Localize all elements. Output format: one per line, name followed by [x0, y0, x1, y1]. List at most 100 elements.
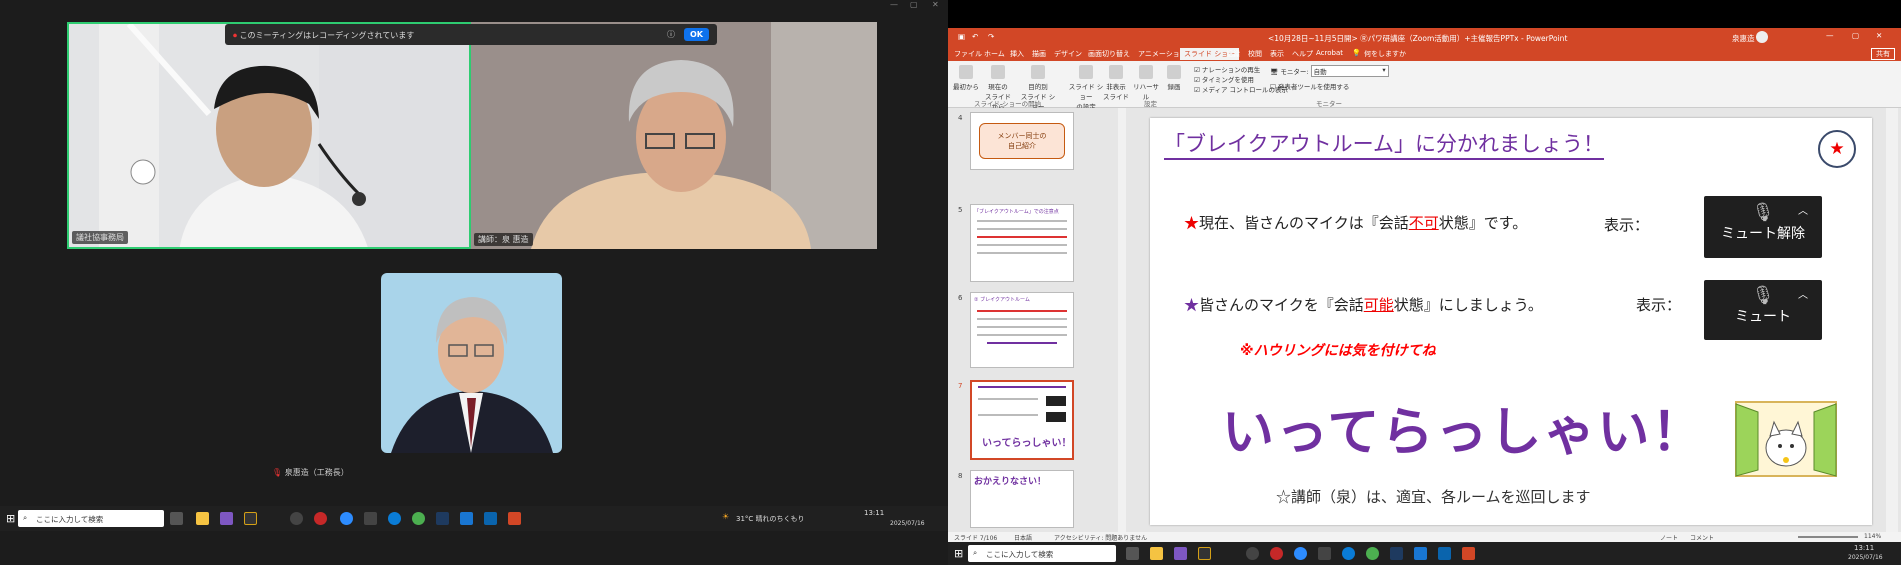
chrome-icon[interactable]: [412, 512, 425, 525]
slide-thumbnail-8[interactable]: おかえりなさい！: [970, 470, 1074, 528]
app-icon[interactable]: [436, 512, 449, 525]
redo-icon[interactable]: ↷: [988, 32, 994, 41]
line-mic-on[interactable]: ★皆さんのマイクを『会話可能状態』にしましょう。: [1184, 294, 1543, 315]
outlook-icon[interactable]: [1438, 547, 1451, 560]
file-explorer-icon[interactable]: [196, 512, 209, 525]
tab-review[interactable]: 校閲: [1248, 49, 1262, 59]
minimize-icon[interactable]: —: [890, 0, 898, 9]
slide-thumbnail-pane[interactable]: 4 メンバー同士の 自己紹介 5 「ブレイクアウトルーム」での注意点 6 ② ブ…: [948, 108, 1126, 532]
line1-emphasis: 不可: [1408, 214, 1439, 232]
zoom-level[interactable]: 114%: [1864, 533, 1881, 540]
slide-canvas[interactable]: 「ブレイクアウトルーム」に分かれましょう！ ★ ★現在、皆さんのマイクは『会話不…: [1150, 118, 1872, 525]
info-icon[interactable]: ⓘ: [667, 29, 675, 40]
app-icon[interactable]: [1390, 547, 1403, 560]
tab-view[interactable]: 表示: [1270, 49, 1284, 59]
ok-button[interactable]: OK: [684, 28, 709, 41]
windows-start-icon[interactable]: ⊞: [6, 512, 15, 525]
app-icon[interactable]: [290, 512, 303, 525]
tab-file[interactable]: ファイル: [954, 49, 982, 59]
mute-preview: 🎙 ︿ ミュート: [1704, 280, 1822, 340]
zoom-app-icon[interactable]: [340, 512, 353, 525]
thumbnail-scrollbar[interactable]: [1118, 108, 1126, 532]
close-icon[interactable]: ✕: [932, 0, 939, 9]
participant-video-2[interactable]: 講師：泉 惠造: [471, 22, 877, 249]
record-app-icon[interactable]: [314, 512, 327, 525]
monitor-icon: 🖥: [1270, 68, 1279, 76]
line1-text-end: 状態』です。: [1438, 214, 1528, 232]
monitor-select[interactable]: 自動 ▾: [1310, 65, 1389, 77]
tab-help[interactable]: ヘルプ: [1292, 49, 1313, 59]
app-icon[interactable]: [244, 512, 257, 525]
task-view-icon[interactable]: [170, 512, 183, 525]
notes-button[interactable]: ノート: [1660, 533, 1678, 542]
tab-design[interactable]: デザイン: [1054, 49, 1082, 59]
line-mic-off[interactable]: ★現在、皆さんのマイクは『会話不可状態』です。: [1184, 212, 1527, 233]
task-view-icon[interactable]: [1126, 547, 1139, 560]
share-button[interactable]: 共有: [1871, 48, 1895, 60]
save-icon[interactable]: ▣: [958, 32, 965, 41]
app-icon[interactable]: [220, 512, 233, 525]
big-greeting[interactable]: いってらっしゃい！: [1222, 390, 1705, 465]
slide-thumbnail-7[interactable]: いってらっしゃい！: [970, 380, 1074, 460]
search-icon: ⌕: [973, 548, 978, 557]
edge-icon[interactable]: [388, 512, 401, 525]
close-icon[interactable]: ✕: [1876, 31, 1882, 40]
hide-slide-button[interactable]: 非表示 スライド: [1100, 65, 1132, 101]
app-icon[interactable]: [1246, 547, 1259, 560]
accessibility-status[interactable]: アクセシビリティ: 問題ありません: [1054, 533, 1147, 542]
chrome-icon[interactable]: [1366, 547, 1379, 560]
participant-video-3[interactable]: [381, 273, 562, 453]
app-icon[interactable]: [364, 512, 377, 525]
thumbnail-text: メンバー同士の 自己紹介: [979, 123, 1065, 159]
windows-start-icon[interactable]: ⊞: [954, 547, 963, 560]
window-title: <10月28日~11月5日開> Ⓡパワ研講座（Zoom活動用）+主催報告PPTx…: [1268, 34, 1568, 43]
maximize-icon[interactable]: ▢: [910, 0, 918, 9]
slide-thumbnail-6[interactable]: ② ブレイクアウトルーム: [970, 292, 1074, 368]
undo-icon[interactable]: ↶: [972, 32, 978, 41]
slide-title[interactable]: 「ブレイクアウトルーム」に分かれましょう！: [1164, 128, 1604, 160]
record-button[interactable]: 録画: [1158, 65, 1190, 91]
tab-acrobat[interactable]: Acrobat: [1316, 49, 1343, 57]
slide-thumbnail-5[interactable]: 「ブレイクアウトルーム」での注意点: [970, 204, 1074, 282]
app-icon[interactable]: [1318, 547, 1331, 560]
tell-me-search[interactable]: 何をしますか: [1364, 49, 1406, 59]
outlook-icon[interactable]: [484, 512, 497, 525]
tab-home[interactable]: ホーム: [984, 49, 1005, 59]
slide-thumbnail-4[interactable]: メンバー同士の 自己紹介: [970, 112, 1074, 170]
maximize-icon[interactable]: ▢: [1852, 31, 1859, 40]
word-icon[interactable]: [1414, 547, 1427, 560]
teacher-note[interactable]: ☆講師（泉）は、適宜、各ルームを巡回します: [1276, 486, 1591, 507]
clock-date: 2025/07/16: [890, 520, 925, 527]
word-icon[interactable]: [460, 512, 473, 525]
tab-transitions[interactable]: 画面切り替え: [1088, 49, 1130, 59]
zoom-app-icon[interactable]: [1294, 547, 1307, 560]
weather-icon: ☀: [722, 512, 730, 521]
presenter-view-checkbox[interactable]: ☐ 発表者ツールを使用する: [1270, 81, 1389, 91]
taskbar-search[interactable]: ⌕ ここに入力して検索: [968, 545, 1116, 562]
tab-insert[interactable]: 挿入: [1010, 49, 1024, 59]
tab-draw[interactable]: 描画: [1032, 49, 1046, 59]
zoom-slider[interactable]: [1798, 536, 1858, 538]
clock-time: 13:11: [1854, 544, 1875, 552]
howling-warning[interactable]: ※ハウリングには気を付けてね: [1240, 340, 1436, 360]
powerpoint-icon[interactable]: [508, 512, 521, 525]
app-icon[interactable]: [1174, 547, 1187, 560]
app-icon[interactable]: [1198, 547, 1211, 560]
taskbar-search[interactable]: ⌕ ここに入力して検索: [18, 510, 164, 527]
powerpoint-icon[interactable]: [1462, 547, 1475, 560]
language-status[interactable]: 日本語: [1014, 533, 1032, 542]
minimize-icon[interactable]: —: [1826, 31, 1834, 40]
participant-video-1[interactable]: 議社協事務局: [67, 22, 471, 249]
comments-button[interactable]: コメント: [1690, 533, 1714, 542]
star-bullet: ★: [1184, 214, 1200, 232]
tab-record[interactable]: 記録: [1226, 49, 1240, 59]
record-app-icon[interactable]: [1270, 547, 1283, 560]
powerpoint-window: ▣ ↶ ↷ <10月28日~11月5日開> Ⓡパワ研講座（Zoom活動用）+主催…: [948, 0, 1901, 565]
star-bullet: ★: [1184, 296, 1200, 314]
edge-icon[interactable]: [1342, 547, 1355, 560]
from-start-button[interactable]: 最初から: [950, 65, 982, 91]
file-explorer-icon[interactable]: [1150, 547, 1163, 560]
avatar[interactable]: [1756, 31, 1768, 43]
thumbnail-text: 「ブレイクアウトルーム」での注意点: [974, 209, 1059, 215]
slide-scrollbar[interactable]: [1886, 108, 1898, 532]
